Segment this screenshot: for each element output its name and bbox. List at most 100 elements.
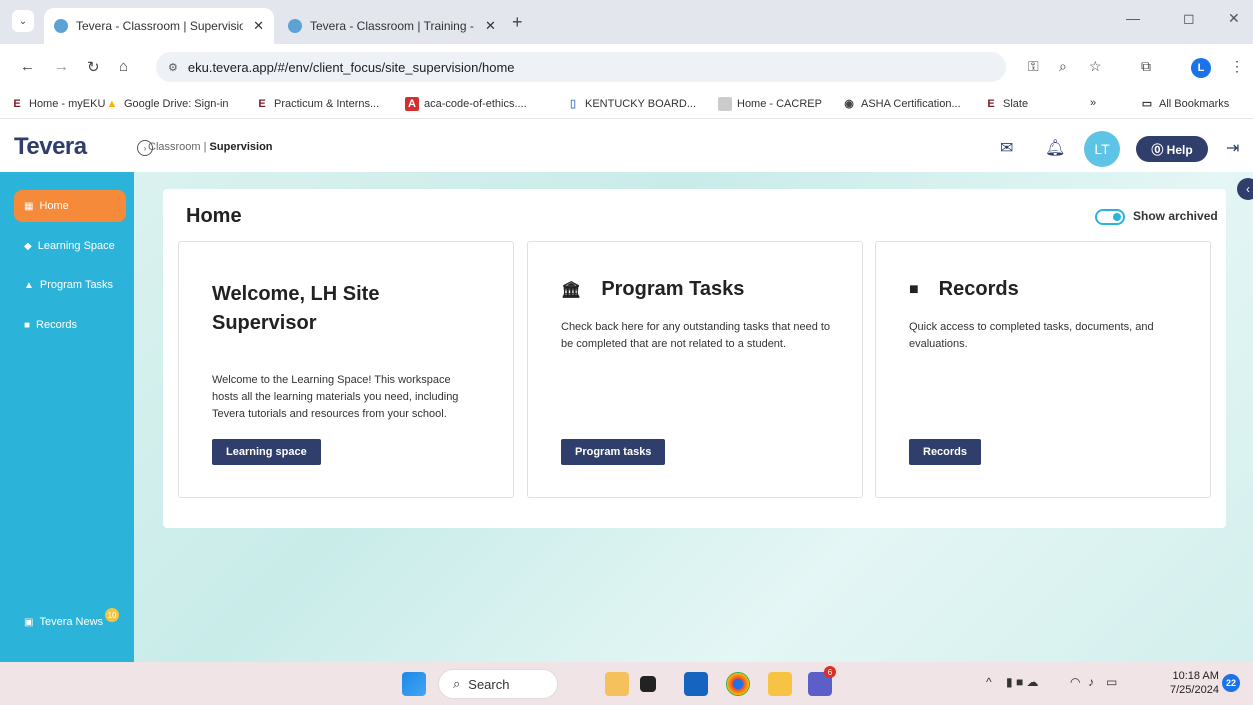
mail-icon[interactable]: ✉ bbox=[1000, 138, 1013, 158]
bookmark-star-icon[interactable]: ☆ bbox=[1089, 58, 1102, 75]
breadcrumb: Classroom | Supervision bbox=[148, 141, 273, 153]
records-heading: ■ Records bbox=[909, 278, 1019, 301]
records-title: Records bbox=[938, 278, 1019, 300]
new-tab-button[interactable]: + bbox=[512, 12, 523, 33]
tab-search-chevron-icon[interactable]: ⌄ bbox=[12, 10, 34, 32]
bookmark-label: Practicum & Interns... bbox=[274, 98, 380, 110]
home-browser-icon[interactable]: ⌂ bbox=[119, 58, 128, 75]
help-button[interactable]: ⓪ Help bbox=[1136, 136, 1208, 162]
records-description: Quick access to completed tasks, documen… bbox=[909, 321, 1154, 351]
bookmark-practicum[interactable]: E Practicum & Interns... bbox=[255, 97, 379, 111]
breadcrumb-classroom: Classroom | bbox=[148, 141, 210, 153]
folder-outline-icon: ▭ bbox=[1141, 98, 1153, 110]
url-bar[interactable]: ⚙ eku.tevera.app/#/env/client_focus/site… bbox=[156, 52, 1006, 82]
password-key-icon[interactable]: ⚿ bbox=[1028, 58, 1039, 75]
bookmark-label: aca-code-of-ethics.... bbox=[424, 98, 527, 110]
close-tab-icon[interactable]: ✕ bbox=[253, 18, 264, 34]
bookmark-cacrep[interactable]: Home - CACREP bbox=[718, 97, 822, 111]
tab-supervision[interactable]: Tevera - Classroom | Supervisio ✕ bbox=[44, 8, 274, 44]
bookmark-asha[interactable]: ◉ ASHA Certification... bbox=[842, 97, 960, 111]
bookmark-label: KENTUCKY BOARD... bbox=[585, 98, 697, 110]
sidebar-item-program-tasks[interactable]: ▲ Program Tasks bbox=[14, 269, 126, 301]
sidebar-item-label: Home bbox=[39, 200, 69, 212]
all-bookmarks-button[interactable]: ▭ All Bookmarks bbox=[1140, 97, 1230, 111]
close-tab-icon[interactable]: ✕ bbox=[485, 18, 496, 34]
building-icon: 🏛︎ bbox=[561, 281, 582, 299]
windows-start-icon[interactable] bbox=[402, 672, 426, 696]
tab-title: Tevera - Classroom | Training - | bbox=[310, 19, 475, 33]
taskbar-search[interactable]: ⌕ Search bbox=[438, 669, 558, 699]
zoom-icon[interactable]: ⌕ bbox=[1059, 58, 1067, 75]
close-window-icon[interactable]: ✕ bbox=[1228, 10, 1240, 27]
program-tasks-button[interactable]: Program tasks bbox=[561, 439, 666, 465]
file-explorer-icon[interactable] bbox=[768, 672, 792, 696]
wifi-icon[interactable]: ◠ bbox=[1070, 675, 1080, 689]
url-text: eku.tevera.app/#/env/client_focus/site_s… bbox=[187, 59, 515, 75]
eku-icon: E bbox=[258, 98, 266, 110]
main-area: ▦ Home ◆ Learning Space ▲ Program Tasks ■ Re… bbox=[0, 172, 1253, 662]
user-avatar[interactable]: LT bbox=[1084, 131, 1120, 167]
battery-icon[interactable]: ▭ bbox=[1106, 675, 1117, 689]
sidebar-item-records[interactable]: ■ Records bbox=[14, 309, 126, 341]
bookmark-slate[interactable]: E Slate bbox=[984, 97, 1028, 111]
sidebar-item-label: Learning Space bbox=[37, 240, 115, 252]
back-icon[interactable]: ← bbox=[20, 58, 35, 75]
eku-icon: E bbox=[987, 98, 995, 110]
system-clock[interactable]: 10:18 AM 7/25/2024 bbox=[1170, 669, 1219, 698]
sidebar-item-tevera-news[interactable]: ▣ Tevera News 10 bbox=[14, 606, 126, 638]
eku-icon: E bbox=[13, 98, 21, 110]
bookmark-home-myeku[interactable]: E Home - myEKU bbox=[10, 97, 105, 111]
program-tasks-heading: 🏛︎ Program Tasks bbox=[561, 278, 744, 301]
sidebar-item-home[interactable]: ▦ Home bbox=[14, 190, 126, 222]
show-archived-toggle[interactable] bbox=[1095, 209, 1125, 225]
folder-icon: ■ bbox=[909, 280, 919, 298]
volume-icon[interactable]: ♪ bbox=[1088, 675, 1094, 689]
program-tasks-title: Program Tasks bbox=[601, 278, 745, 300]
globe-icon: ◉ bbox=[844, 98, 854, 110]
page-title: Home bbox=[186, 205, 242, 227]
welcome-card: Welcome, LH Site Supervisor Welcome to t… bbox=[178, 241, 514, 498]
bookmark-google-drive[interactable]: ▲ Google Drive: Sign-in bbox=[105, 97, 229, 111]
bookmark-label: Home - CACREP bbox=[737, 98, 822, 110]
windows-taskbar: ⌕ Search 6 ^ ▮ ■ ☁ ◠ ♪ ▭ 10:18 AM 7/25/202… bbox=[0, 662, 1253, 705]
tevera-logo[interactable]: Tevera bbox=[14, 133, 87, 161]
browser-menu-icon[interactable]: ⋮ bbox=[1230, 58, 1244, 75]
restore-icon[interactable]: ◻ bbox=[1183, 10, 1195, 27]
pdf-icon: A bbox=[405, 97, 419, 111]
collapse-panel-icon[interactable]: ‹ bbox=[1237, 178, 1253, 200]
tab-training[interactable]: Tevera - Classroom | Training - | ✕ bbox=[278, 8, 506, 44]
show-archived-label: Show archived bbox=[1133, 209, 1218, 223]
program-tasks-description: Check back here for any outstanding task… bbox=[561, 321, 831, 351]
task-view-icon[interactable] bbox=[640, 676, 656, 692]
bookmark-label: Slate bbox=[1003, 98, 1029, 110]
program-tasks-card: 🏛︎ Program Tasks Check back here for any … bbox=[527, 241, 863, 498]
tevera-favicon-icon bbox=[54, 19, 68, 33]
bookmarks-overflow-button[interactable]: » bbox=[1090, 97, 1096, 109]
profile-avatar[interactable]: L bbox=[1191, 58, 1211, 78]
records-card: ■ Records Quick access to completed tasks… bbox=[875, 241, 1211, 498]
clock-date: 7/25/2024 bbox=[1170, 684, 1219, 697]
notification-badge[interactable]: 22 bbox=[1222, 674, 1240, 692]
bell-icon[interactable]: 🔔︎ bbox=[1045, 138, 1065, 158]
minimize-icon[interactable]: — bbox=[1126, 10, 1140, 26]
widgets-icon[interactable] bbox=[605, 672, 629, 696]
tray-overflow-icon[interactable]: ^ bbox=[986, 675, 992, 689]
outlook-icon[interactable] bbox=[684, 672, 708, 696]
forward-icon[interactable]: → bbox=[54, 58, 69, 75]
reload-icon[interactable]: ↻ bbox=[87, 58, 100, 76]
bookmark-kentucky-board[interactable]: ▯ KENTUCKY BOARD... bbox=[566, 97, 696, 111]
sidebar-item-label: Records bbox=[36, 319, 78, 331]
bookmark-aca-code[interactable]: Aaca-code-of-ethics.... bbox=[405, 97, 527, 111]
records-button[interactable]: Records bbox=[909, 439, 982, 465]
folder-icon: ■ bbox=[24, 319, 31, 331]
site-settings-icon[interactable]: ⚙ bbox=[168, 61, 178, 74]
chrome-icon[interactable] bbox=[726, 672, 750, 696]
sidebar: ▦ Home ◆ Learning Space ▲ Program Tasks ■ Re… bbox=[0, 172, 134, 662]
tray-app-icons[interactable]: ▮ ■ ☁ bbox=[1006, 675, 1039, 689]
learning-space-button[interactable]: Learning space bbox=[212, 439, 321, 465]
teams-icon[interactable]: 6 bbox=[808, 666, 836, 696]
sidebar-item-learning-space[interactable]: ◆ Learning Space bbox=[14, 230, 126, 262]
extensions-icon[interactable]: ⧉ bbox=[1141, 58, 1151, 75]
tevera-favicon-icon bbox=[288, 19, 302, 33]
logout-icon[interactable]: ⇥ bbox=[1226, 138, 1239, 158]
